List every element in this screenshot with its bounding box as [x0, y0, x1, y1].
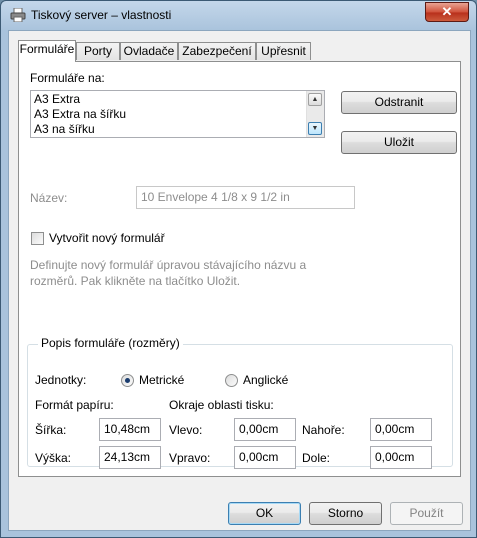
forms-on-label: Formuláře na:: [30, 71, 105, 85]
bottom-margin-label: Dole:: [302, 451, 331, 465]
close-button[interactable]: ✕: [425, 2, 469, 22]
metric-radio[interactable]: [121, 374, 134, 387]
width-field[interactable]: 10,48cm: [99, 418, 161, 441]
group-title: Popis formuláře (rozměry): [38, 336, 183, 350]
right-margin-field[interactable]: 0,00cm: [234, 446, 296, 469]
bottom-margin-field[interactable]: 0,00cm: [370, 446, 432, 469]
tab-drivers[interactable]: Ovladače: [120, 42, 178, 60]
form-name-field: 10 Envelope 4 1/8 x 9 1/2 in: [136, 186, 355, 209]
height-field[interactable]: 24,13cm: [99, 446, 161, 469]
right-margin-label: Vpravo:: [169, 451, 211, 465]
list-item[interactable]: A3 Extra na šířku: [34, 107, 126, 122]
remove-button[interactable]: Odstranit: [341, 91, 457, 114]
create-new-form-checkbox[interactable]: [31, 232, 44, 245]
save-form-button[interactable]: Uložit: [341, 131, 457, 154]
left-margin-field[interactable]: 0,00cm: [234, 418, 296, 441]
tab-advanced[interactable]: Upřesnit: [256, 42, 311, 60]
create-new-form-label[interactable]: Vytvořit nový formulář: [49, 231, 165, 245]
tab-advanced-label: Upřesnit: [261, 44, 306, 58]
dialog-client-area: Formuláře Porty Ovladače Zabezpečení Upř…: [8, 30, 471, 531]
close-icon: ✕: [441, 4, 453, 19]
paper-size-label: Formát papíru:: [35, 398, 114, 412]
printer-icon: [10, 8, 26, 22]
scroll-up-icon[interactable]: ▲: [308, 93, 322, 106]
forms-tab-panel: Formuláře na: A3 Extra A3 Extra na šířku…: [18, 61, 461, 477]
cancel-button[interactable]: Storno: [309, 502, 382, 525]
tab-forms-label: Formuláře: [19, 42, 75, 56]
metric-label[interactable]: Metrické: [139, 373, 184, 387]
scroll-down-icon[interactable]: ▼: [308, 122, 322, 135]
help-text-line2: rozměrů. Pak klikněte na tlačítko Uložit…: [30, 274, 241, 288]
dialog-window: Tiskový server – vlastnosti ✕ Formuláře …: [0, 0, 477, 538]
name-label: Název:: [30, 191, 68, 205]
ok-button[interactable]: OK: [228, 502, 301, 525]
tab-drivers-label: Ovladače: [123, 44, 175, 58]
forms-listbox[interactable]: A3 Extra A3 Extra na šířku A3 na šířku ▲…: [30, 90, 325, 138]
tab-forms[interactable]: Formuláře: [18, 40, 76, 62]
list-item[interactable]: A3 Extra: [34, 92, 80, 107]
tab-ports-label: Porty: [83, 44, 112, 58]
forms-list-scrollbar[interactable]: ▲ ▼: [306, 91, 324, 137]
title-bar[interactable]: Tiskový server – vlastnosti ✕: [1, 1, 476, 29]
tab-security[interactable]: Zabezpečení: [178, 42, 256, 60]
english-radio[interactable]: [225, 374, 238, 387]
tab-security-label: Zabezpečení: [182, 44, 252, 58]
units-label: Jednotky:: [35, 373, 87, 387]
tab-ports[interactable]: Porty: [76, 42, 120, 60]
top-margin-label: Nahoře:: [302, 423, 345, 437]
window-title: Tiskový server – vlastnosti: [31, 8, 172, 22]
top-margin-field[interactable]: 0,00cm: [370, 418, 432, 441]
apply-button[interactable]: Použít: [390, 502, 463, 525]
printer-area-label: Okraje oblasti tisku:: [169, 398, 274, 412]
height-label: Výška:: [35, 451, 72, 465]
left-margin-label: Vlevo:: [169, 423, 203, 437]
form-description-group: Popis formuláře (rozměry) Jednotky: Metr…: [27, 336, 453, 469]
english-label[interactable]: Anglické: [243, 373, 288, 387]
radio-selected-icon: [125, 378, 130, 383]
width-label: Šířka:: [35, 423, 67, 437]
help-text-line1: Definujte nový formulář úpravou stávajíc…: [30, 258, 307, 272]
list-item[interactable]: A3 na šířku: [34, 122, 95, 137]
